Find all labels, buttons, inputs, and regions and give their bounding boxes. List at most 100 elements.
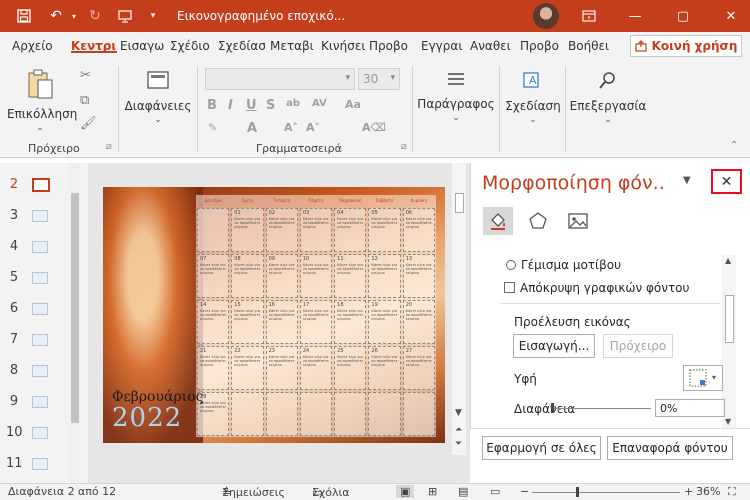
char-spacing-icon[interactable]: AV [312, 98, 327, 109]
calendar-cell[interactable]: 01 Κάντε κλικ για να προσθέσετε κείμενο [231, 208, 264, 252]
strikethrough-icon[interactable]: S [266, 98, 275, 113]
minimize-icon[interactable]: — [620, 0, 650, 32]
maximize-icon[interactable]: ▢ [668, 0, 698, 32]
tab-design[interactable]: Σχέδιο [170, 39, 214, 53]
tab-help[interactable]: Βοήθει [568, 39, 614, 53]
scroll-up-icon[interactable]: ▲ [725, 256, 731, 265]
chevron-down-icon[interactable]: ⌄ [416, 113, 496, 123]
tab-animations[interactable]: Κινήσει [321, 39, 365, 53]
pattern-fill-option[interactable]: Γέμισμα μοτίβου [506, 258, 621, 272]
calendar-cell[interactable]: 02 Κάντε κλικ για να προσθέσετε κείμενο [265, 208, 298, 252]
bold-icon[interactable]: B [207, 98, 217, 113]
calendar-cell[interactable] [368, 392, 401, 436]
dialog-launcher-icon[interactable]: ⧄ [106, 142, 112, 152]
clear-formatting-icon[interactable]: A⌫ [362, 121, 386, 134]
calendar-cell[interactable]: 03 Κάντε κλικ για να προσθέσετε κείμενο [299, 208, 333, 252]
scrollbar-thumb[interactable] [71, 193, 79, 423]
tab-review[interactable]: Αναθει [470, 39, 514, 53]
fill-tab[interactable] [483, 207, 513, 235]
year-title[interactable]: 2022 [112, 403, 182, 433]
tab-slideshow[interactable]: Προβο [369, 39, 413, 53]
slide-thumbnail[interactable]: 8 [0, 360, 70, 382]
slider-handle[interactable] [551, 403, 554, 413]
zoom-in-icon[interactable]: + [684, 485, 693, 498]
chevron-down-icon[interactable]: ⌄ [124, 115, 192, 125]
slides-button[interactable]: Διαφάνειες ⌄ [124, 70, 192, 125]
next-slide-icon[interactable]: ⏷ [455, 439, 462, 449]
tab-draw[interactable]: Σχεδίασ [218, 39, 265, 53]
calendar-cell[interactable] [197, 208, 230, 252]
calendar-cell[interactable] [299, 392, 333, 436]
chevron-down-icon[interactable]: ⌄ [503, 115, 563, 125]
picture-tab[interactable] [563, 207, 593, 235]
paste-button[interactable]: Επικόλληση ⌄ [7, 68, 77, 133]
collapse-ribbon-icon[interactable]: ⌃ [730, 140, 738, 151]
calendar-cell[interactable]: 04 Κάντε κλικ για να προσθέσετε κείμενο [334, 208, 367, 252]
normal-view-icon[interactable]: ▣ [396, 485, 415, 498]
calendar-cell[interactable]: 25 Κάντε κλικ για να προσθέσετε κείμενο [334, 346, 367, 390]
cut-icon[interactable]: ✂ [80, 68, 91, 83]
fit-slide-icon[interactable]: ⛶ [728, 485, 736, 499]
tab-file[interactable]: Αρχείο [12, 39, 54, 53]
slide-thumbnail[interactable]: 10 [0, 422, 70, 444]
drawing-button[interactable]: A Σχεδίαση ⌄ [503, 70, 563, 125]
calendar-cell[interactable]: 27 Κάντε κλικ για να προσθέσετε κείμενο [402, 346, 435, 390]
slide-thumbnail[interactable]: 9 [0, 391, 70, 413]
font-name-dropdown[interactable]: ▾ [205, 68, 355, 90]
calendar-cell[interactable]: 22 Κάντε κλικ για να προσθέσετε κείμενο [231, 346, 264, 390]
effects-tab[interactable] [523, 207, 553, 235]
slide-thumbnail[interactable]: 3 [0, 205, 70, 227]
present-icon[interactable] [113, 0, 137, 32]
previous-slide-icon[interactable]: ⏶ [455, 425, 462, 435]
calendar-cell[interactable] [231, 392, 264, 436]
decrease-font-icon[interactable]: A˅ [306, 121, 320, 134]
underline-icon[interactable]: U [246, 98, 257, 113]
calendar-cell[interactable]: 10 Κάντε κλικ για να προσθέσετε κείμενο [299, 254, 333, 298]
reading-view-icon[interactable]: ▤ [458, 485, 468, 498]
slide-thumbnail[interactable]: 6 [0, 298, 70, 320]
redo-icon[interactable]: ↻ [83, 0, 107, 32]
calendar-cell[interactable]: 21 Κάντε κλικ για να προσθέσετε κείμενο [197, 346, 230, 390]
insert-picture-button[interactable]: Εισαγωγή... [513, 334, 595, 358]
calendar-cell[interactable]: 06 Κάντε κλικ για να προσθέσετε κείμενο [402, 208, 435, 252]
zoom-level[interactable]: 36% [696, 485, 720, 498]
pane-options-dropdown-icon[interactable]: ▼ [683, 175, 691, 186]
apply-to-all-button[interactable]: Εφαρμογή σε όλες [482, 436, 601, 460]
slide-thumbnail[interactable]: 4 [0, 236, 70, 258]
calendar-cell[interactable]: 20 Κάντε κλικ για να προσθέσετε κείμενο [402, 300, 435, 344]
zoom-slider[interactable] [532, 492, 680, 493]
transparency-slider[interactable] [553, 408, 651, 409]
shadow-icon[interactable]: ab [286, 98, 300, 109]
avatar[interactable] [533, 3, 559, 29]
font-color-icon[interactable]: A [247, 121, 257, 136]
increase-font-icon[interactable]: A˄ [284, 121, 298, 134]
zoom-slider-handle[interactable] [576, 487, 579, 497]
slide-thumbnail[interactable]: 5 [0, 267, 70, 289]
calendar-cell[interactable] [334, 392, 367, 436]
texture-picker-button[interactable]: ▾ [683, 365, 723, 391]
close-icon[interactable]: ✕ [716, 0, 746, 32]
chevron-down-icon[interactable]: ⌄ [7, 123, 73, 133]
radio-button[interactable] [506, 260, 516, 270]
calendar-cell[interactable]: 12 Κάντε κλικ για να προσθέσετε κείμενο [368, 254, 401, 298]
hide-background-option[interactable]: Απόκρυψη γραφικών φόντου [504, 281, 689, 295]
calendar-cell[interactable]: 13 Κάντε κλικ για να προσθέσετε κείμενο [402, 254, 435, 298]
calendar-cell[interactable]: 24 Κάντε κλικ για να προσθέσετε κείμενο [299, 346, 333, 390]
slide-thumbnail[interactable]: 2 [0, 174, 70, 196]
ribbon-display-icon[interactable] [574, 0, 604, 32]
calendar-cell[interactable] [402, 392, 435, 436]
tab-transitions[interactable]: Μεταβι [270, 39, 314, 53]
calendar-cell[interactable]: 11 Κάντε κλικ για να προσθέσετε κείμενο [334, 254, 367, 298]
calendar-cell[interactable]: 16 Κάντε κλικ για να προσθέσετε κείμενο [265, 300, 298, 344]
calendar-table[interactable]: Δευτέρα Τρίτη Τετάρτη Πέμπτη Παρασκευή Σάββατ… [196, 195, 436, 437]
calendar-cell[interactable]: 05 Κάντε κλικ για να προσθέσετε κείμενο [368, 208, 401, 252]
font-size-dropdown[interactable]: 30 ▾ [358, 68, 400, 90]
scrollbar-thumb[interactable] [455, 193, 464, 213]
customize-icon[interactable]: ▾ [141, 0, 165, 32]
tab-insert[interactable]: Εισαγω [120, 39, 164, 53]
slideshow-icon[interactable]: ▭ [490, 485, 500, 498]
highlight-icon[interactable]: ✎ [208, 121, 217, 134]
zoom-out-icon[interactable]: − [520, 485, 529, 498]
checkbox[interactable] [504, 282, 515, 293]
editing-button[interactable]: Επεξεργασία ⌄ [568, 70, 648, 125]
